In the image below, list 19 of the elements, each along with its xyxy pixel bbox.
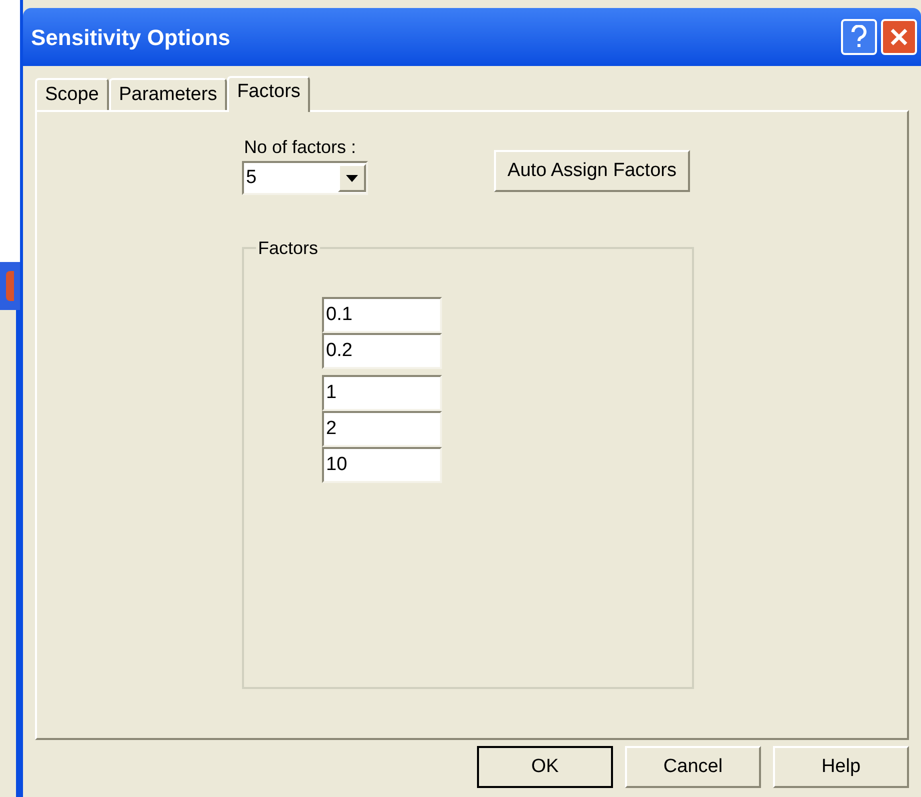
factor-input[interactable]: 0.1: [322, 297, 442, 333]
dialog-button[interactable]: Cancel: [625, 746, 761, 788]
question-icon: [851, 25, 867, 49]
tab[interactable]: Factors: [227, 76, 310, 112]
tab[interactable]: Parameters: [108, 78, 228, 110]
dialog-button[interactable]: OK: [477, 746, 613, 788]
tab[interactable]: Scope: [35, 78, 109, 110]
close-button[interactable]: [881, 19, 917, 55]
dropdown-value: 5: [245, 166, 258, 190]
factor-input[interactable]: 0.2: [322, 333, 442, 369]
field-label: No of factors :: [243, 136, 358, 159]
dialog-button[interactable]: Help: [773, 746, 909, 788]
help-button[interactable]: [841, 19, 877, 55]
factor-count-dropdown[interactable]: 5: [242, 161, 368, 195]
factor-input[interactable]: 2: [322, 411, 442, 447]
factor-input[interactable]: 1: [322, 375, 442, 411]
window-title: Sensitivity Options: [31, 24, 232, 52]
auto-assign-button[interactable]: Auto Assign Factors: [494, 150, 690, 192]
factor-input[interactable]: 10: [322, 447, 442, 483]
